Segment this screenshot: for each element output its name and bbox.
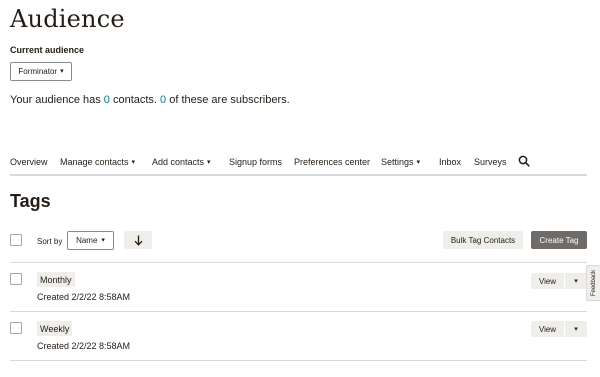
view-button[interactable]: View: [531, 273, 564, 289]
nav-inbox-label: Inbox: [439, 157, 462, 167]
audience-nav: Overview Manage contacts ▾ Add contacts ▾ …: [10, 155, 587, 176]
nav-signup-forms[interactable]: Signup forms: [229, 157, 282, 167]
page-title: Audience: [10, 5, 125, 33]
audience-select[interactable]: Forminator ▾: [10, 62, 72, 81]
row-checkbox[interactable]: [10, 322, 22, 334]
divider: [10, 262, 587, 263]
nav-settings[interactable]: Settings ▾: [381, 157, 420, 167]
row-more-button[interactable]: ▾: [565, 321, 587, 337]
tag-created: Created 2/2/22 8:58AM: [37, 341, 131, 351]
chevron-down-icon: ▾: [416, 158, 421, 166]
audience-select-value: Forminator: [18, 67, 58, 76]
nav-preferences-center-label: Preferences center: [294, 157, 371, 167]
nav-surveys-label: Surveys: [474, 157, 507, 167]
view-button[interactable]: View: [531, 321, 564, 337]
nav-inbox[interactable]: Inbox: [439, 157, 461, 167]
nav-add-contacts[interactable]: Add contacts ▾: [152, 157, 211, 167]
nav-surveys[interactable]: Surveys: [474, 157, 507, 167]
sort-select-value: Name: [76, 236, 98, 245]
create-tag-button[interactable]: Create Tag: [531, 231, 587, 249]
feedback-label: Feedback: [590, 269, 597, 297]
tag-name[interactable]: Weekly: [37, 321, 73, 336]
tag-name[interactable]: Monthly: [37, 272, 75, 287]
sort-by-label: Sort by: [37, 237, 63, 246]
nav-settings-label: Settings: [381, 157, 414, 167]
chevron-down-icon: ▾: [574, 326, 578, 333]
sort-direction-button[interactable]: [124, 231, 152, 249]
divider: [10, 360, 587, 361]
select-all-checkbox[interactable]: [10, 234, 22, 246]
chevron-down-icon: ▾: [207, 158, 211, 166]
nav-overview-label: Overview: [10, 157, 48, 167]
chevron-down-icon: ▾: [131, 158, 136, 166]
nav-add-contacts-label: Add contacts: [152, 157, 205, 167]
summary-suffix: of these are subscribers.: [166, 94, 290, 106]
chevron-down-icon: ▾: [101, 237, 105, 244]
nav-preferences-center[interactable]: Preferences center: [294, 157, 370, 167]
bulk-tag-contacts-button[interactable]: Bulk Tag Contacts: [443, 231, 523, 249]
feedback-tab[interactable]: Feedback: [586, 265, 600, 301]
tag-created: Created 2/2/22 8:58AM: [37, 292, 131, 302]
search-icon[interactable]: [518, 155, 530, 167]
current-audience-label: Current audience: [10, 45, 85, 55]
audience-summary: Your audience has 0 contacts. 0 of these…: [10, 94, 290, 106]
row-checkbox[interactable]: [10, 273, 22, 285]
nav-manage-contacts[interactable]: Manage contacts ▾: [60, 157, 135, 167]
chevron-down-icon: ▾: [574, 278, 578, 285]
summary-prefix: Your audience has: [10, 94, 104, 106]
row-more-button[interactable]: ▾: [565, 273, 587, 289]
divider: [10, 311, 587, 312]
chevron-down-icon: ▾: [60, 68, 64, 75]
summary-middle: contacts.: [109, 94, 161, 106]
nav-manage-contacts-label: Manage contacts: [60, 157, 129, 167]
nav-signup-forms-label: Signup forms: [229, 157, 283, 167]
arrow-down-icon: [134, 235, 142, 246]
sort-select[interactable]: Name ▾: [67, 231, 114, 250]
nav-overview[interactable]: Overview: [10, 157, 48, 167]
tags-title: Tags: [10, 191, 51, 211]
